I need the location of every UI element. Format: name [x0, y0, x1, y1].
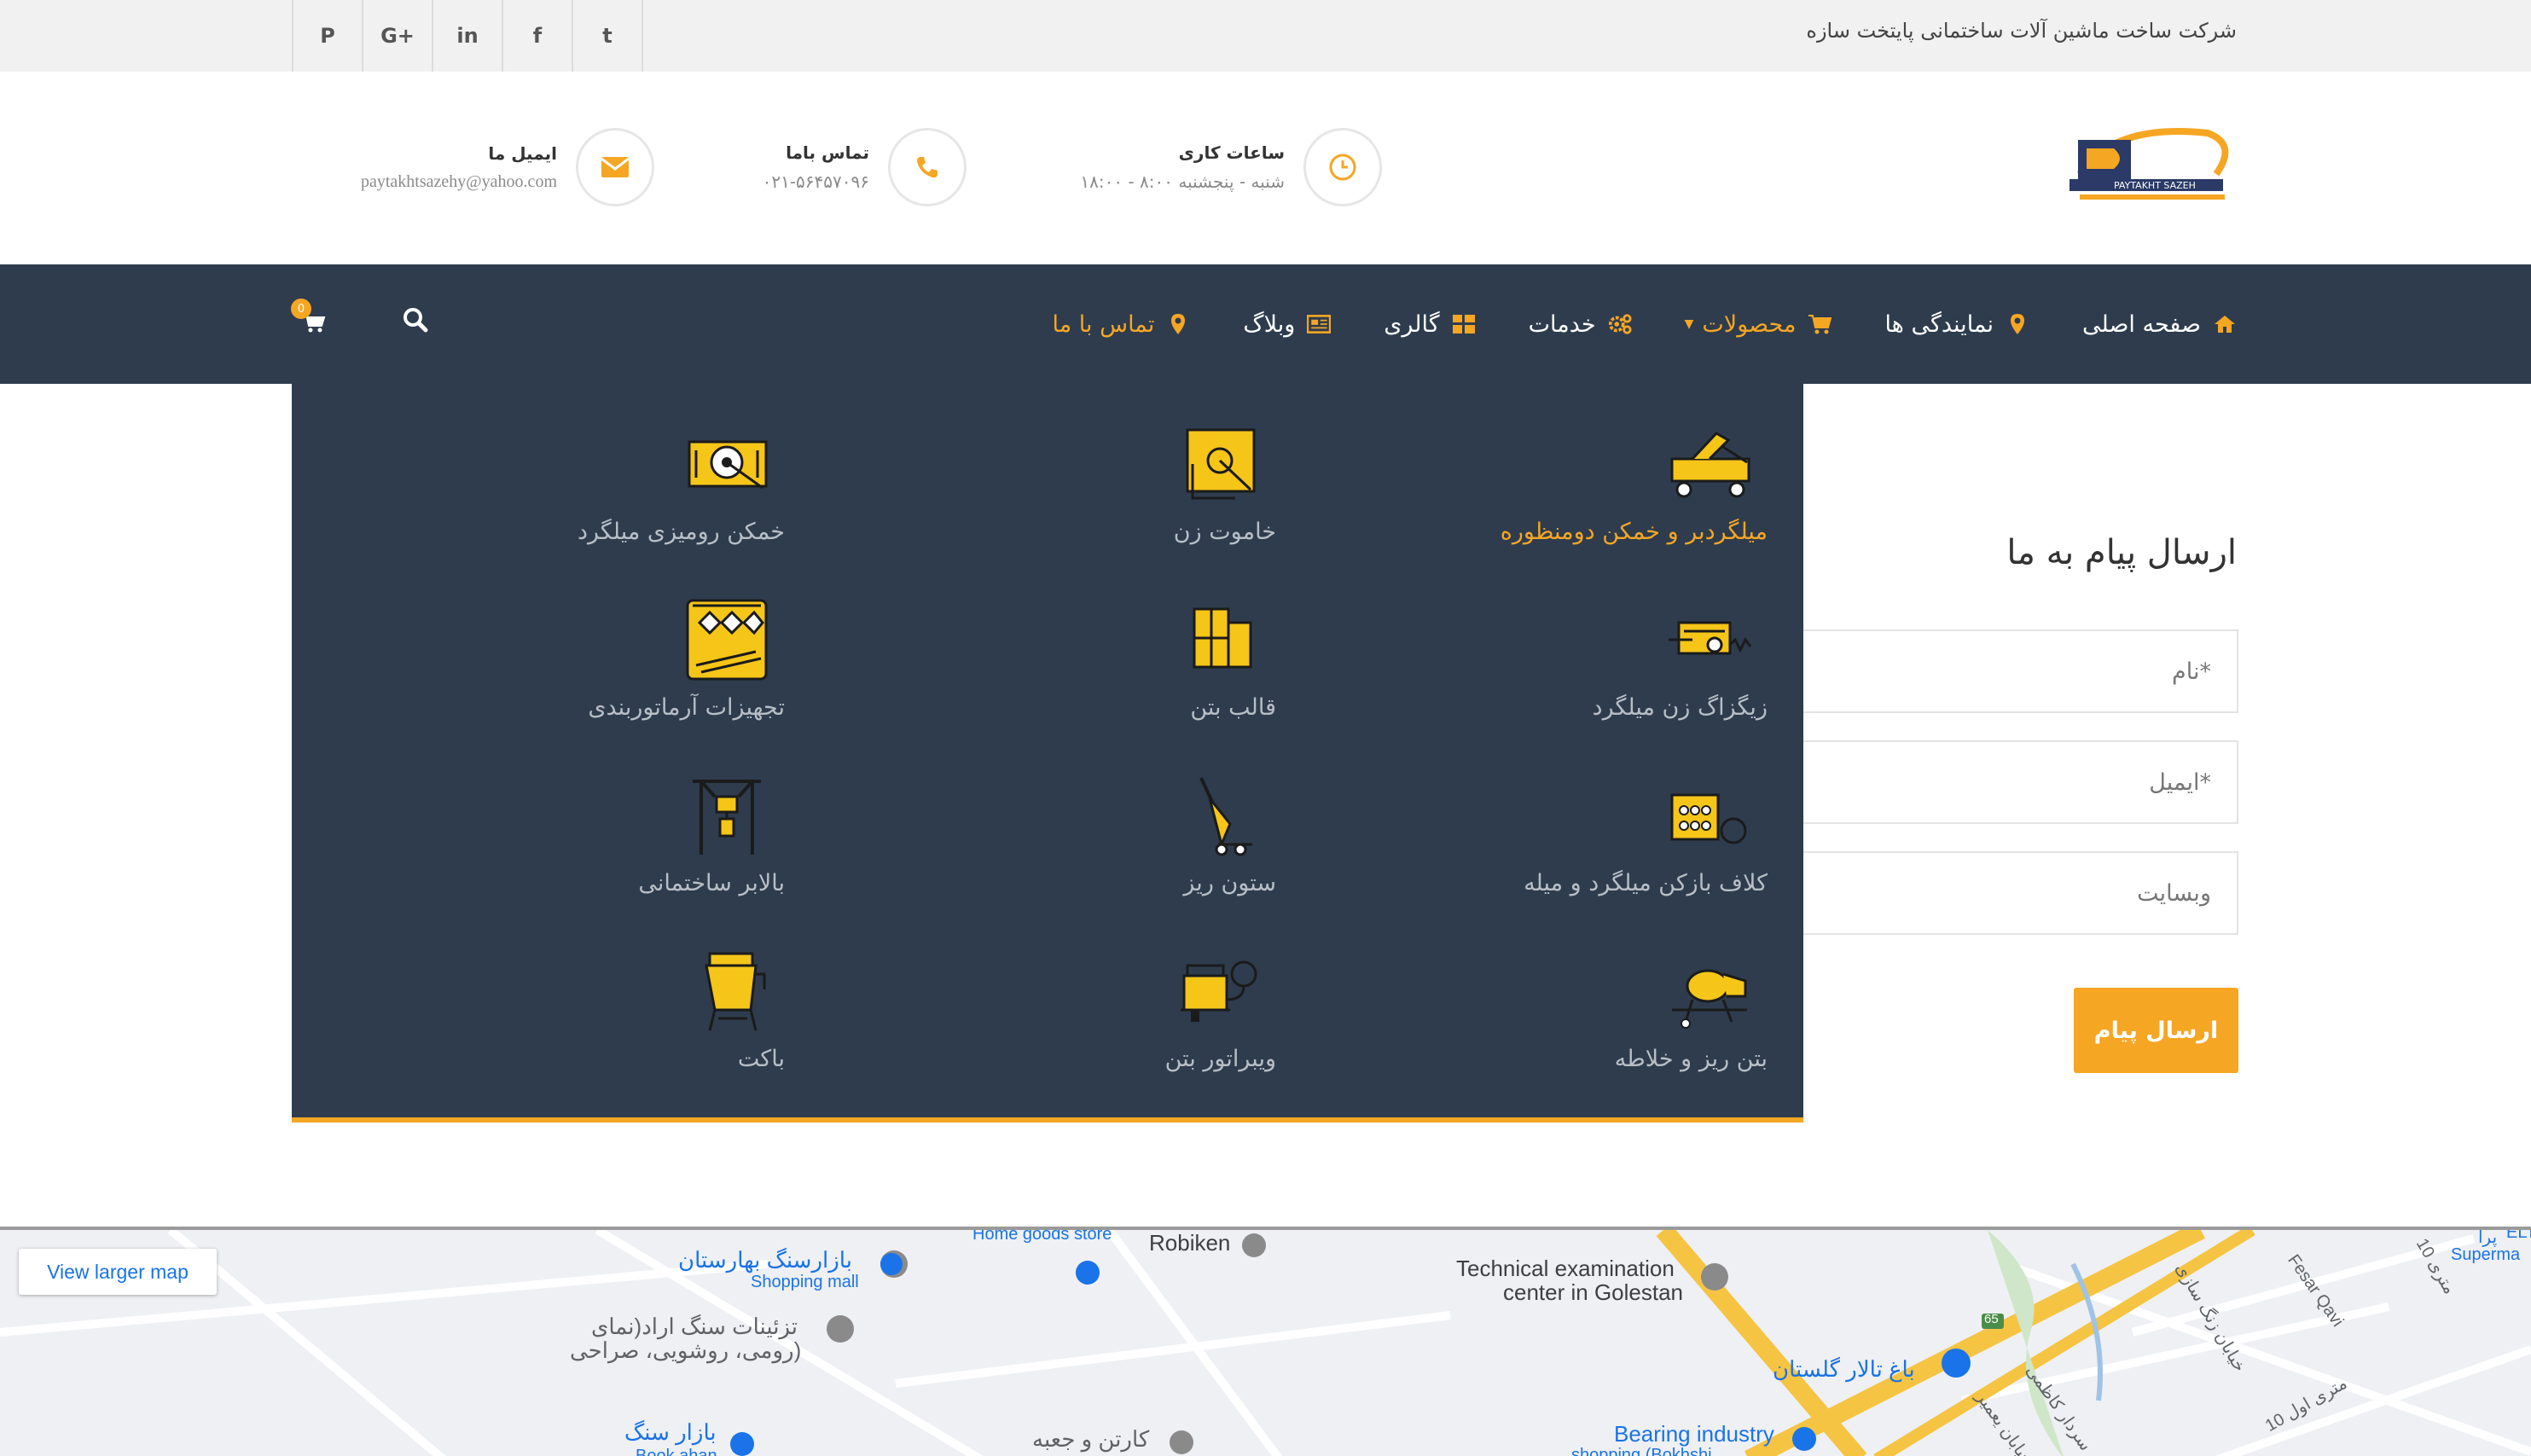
google-map[interactable]: View larger map Home goods store Robiken…	[0, 1227, 2531, 1456]
site-logo[interactable]: PAYTAKHT SAZEH	[2063, 123, 2233, 208]
concrete-vibrator-icon	[1176, 948, 1261, 1034]
nav-items: صفحه اصلی نمایندگی ها محصولات ▼ خدمات گا…	[1000, 264, 2237, 384]
linkedin-icon[interactable]: in	[433, 0, 503, 72]
menu-item-stirrup-bender[interactable]: خاموت زن	[850, 421, 1276, 545]
google-plus-icon[interactable]: G+	[363, 0, 433, 72]
view-larger-map-link[interactable]: View larger map	[19, 1249, 217, 1295]
menu-item-concrete-mixer[interactable]: بتن ریز و خلاطه	[1341, 948, 1768, 1072]
stirrup-bender-icon	[1176, 421, 1261, 507]
phone-icon-circle	[888, 128, 967, 206]
map-roads	[0, 1230, 2531, 1456]
menu-item-rebar-cutter-bender[interactable]: میلگردبر و خمکن دومنظوره	[1341, 421, 1768, 545]
search-icon[interactable]	[401, 305, 435, 339]
coil-decoiler-icon	[1667, 773, 1752, 858]
products-mega-menu: میلگردبر و خمکن دومنظوره خاموت زن خمکن ر…	[292, 384, 1803, 1122]
clock-icon-circle	[1303, 128, 1382, 206]
nav-item-services[interactable]: خدمات	[1529, 311, 1632, 338]
map-marker-icon	[1166, 312, 1190, 336]
company-name: شرکت ساخت ماشین آلات ساختمانی پایتخت ساز…	[1806, 19, 2237, 43]
email-title: ایمیل ما	[488, 142, 557, 164]
nav-item-products[interactable]: محصولات ▼	[1685, 311, 1832, 338]
hours-value: شنبه - پنجشنبه ۸:۰۰ - ۱۸:۰۰	[1080, 171, 1285, 192]
column-pourer-icon	[1176, 773, 1261, 858]
hours-title: ساعات کاری	[1178, 142, 1285, 163]
website-field[interactable]	[1803, 851, 2238, 935]
gears-icon	[1608, 312, 1632, 336]
phone-title: تماس باما	[786, 142, 869, 163]
concrete-mixer-icon	[1667, 948, 1752, 1034]
rebar-cutter-bender-icon	[1667, 421, 1752, 507]
menu-item-concrete-vibrator[interactable]: ویبراتور بتن	[850, 948, 1276, 1072]
top-bar: P G+ in f t شرکت ساخت ماشین آلات ساختمان…	[0, 0, 2531, 72]
cart-icon	[1808, 312, 1832, 336]
nav-item-home[interactable]: صفحه اصلی	[2082, 311, 2237, 338]
name-field[interactable]	[1803, 629, 2238, 713]
nav-item-agencies[interactable]: نمایندگی ها	[1884, 311, 2029, 338]
main-nav: صفحه اصلی نمایندگی ها محصولات ▼ خدمات گا…	[0, 264, 2531, 384]
menu-item-rebar-tools[interactable]: تجهیزات آرماتوربندی	[358, 597, 785, 721]
nav-item-contact[interactable]: تماس با ما	[1053, 311, 1191, 338]
chevron-down-icon: ▼	[1684, 317, 1694, 331]
send-message-button[interactable]: ارسال پیام	[2074, 988, 2238, 1073]
menu-item-coil-decoiler[interactable]: کلاف بازکن میلگرد و میله	[1341, 773, 1768, 896]
phone-icon	[910, 150, 944, 184]
rebar-tools-icon	[684, 597, 769, 682]
working-hours: ساعات کاری شنبه - پنجشنبه ۸:۰۰ - ۱۸:۰۰	[1028, 128, 1382, 206]
grid-icon	[1452, 312, 1476, 336]
shopping-cart-button[interactable]: 0	[291, 299, 334, 339]
nav-item-gallery[interactable]: گالری	[1384, 311, 1475, 338]
logo-icon: PAYTAKHT SAZEH	[2069, 128, 2229, 200]
menu-item-concrete-formwork[interactable]: قالب بتن	[850, 597, 1276, 721]
nav-item-blog[interactable]: وبلاگ	[1243, 311, 1332, 338]
site-header: PAYTAKHT SAZEH ساعات کاری شنبه - پنجشنبه…	[0, 72, 2531, 264]
bench-rebar-bender-icon	[684, 421, 769, 507]
menu-item-construction-hoist[interactable]: بالابر ساختمانی	[358, 773, 785, 896]
construction-hoist-icon	[684, 773, 769, 858]
clock-icon	[1326, 150, 1360, 184]
home-icon	[2213, 312, 2237, 336]
svg-text:PAYTAKHT SAZEH: PAYTAKHT SAZEH	[2114, 180, 2196, 191]
email-value[interactable]: paytakhtsazehy@yahoo.com	[361, 172, 557, 192]
map-marker-icon	[2006, 312, 2029, 336]
newspaper-icon	[1307, 312, 1332, 336]
phone-value[interactable]: ۰۲۱-۵۶۴۵۷۰۹۶	[763, 171, 869, 192]
contact-form-title: ارسال پیام به ما	[2006, 533, 2237, 572]
email-field[interactable]	[1803, 740, 2238, 824]
zigzag-machine-icon	[1667, 597, 1752, 682]
pinterest-icon[interactable]: P	[293, 0, 363, 72]
concrete-formwork-icon	[1176, 597, 1261, 682]
facebook-icon[interactable]: f	[503, 0, 573, 72]
menu-item-zigzag-machine[interactable]: زیگزاگ زن میلگرد	[1341, 597, 1768, 721]
envelope-icon	[598, 150, 632, 184]
social-links: P G+ in f t	[292, 0, 643, 72]
menu-item-column-pourer[interactable]: ستون ریز	[850, 773, 1276, 896]
twitter-icon[interactable]: t	[573, 0, 643, 72]
email-info: ایمیل ما paytakhtsazehy@yahoo.com	[292, 128, 654, 206]
bucket-icon	[684, 948, 769, 1034]
menu-item-bucket[interactable]: باکت	[358, 948, 785, 1072]
menu-item-bench-rebar-bender[interactable]: خمکن رومیزی میلگرد	[358, 421, 785, 545]
envelope-icon-circle	[576, 128, 654, 206]
cart-count-badge: 0	[291, 299, 311, 319]
phone-info: تماس باما ۰۲۱-۵۶۴۵۷۰۹۶	[715, 128, 967, 206]
